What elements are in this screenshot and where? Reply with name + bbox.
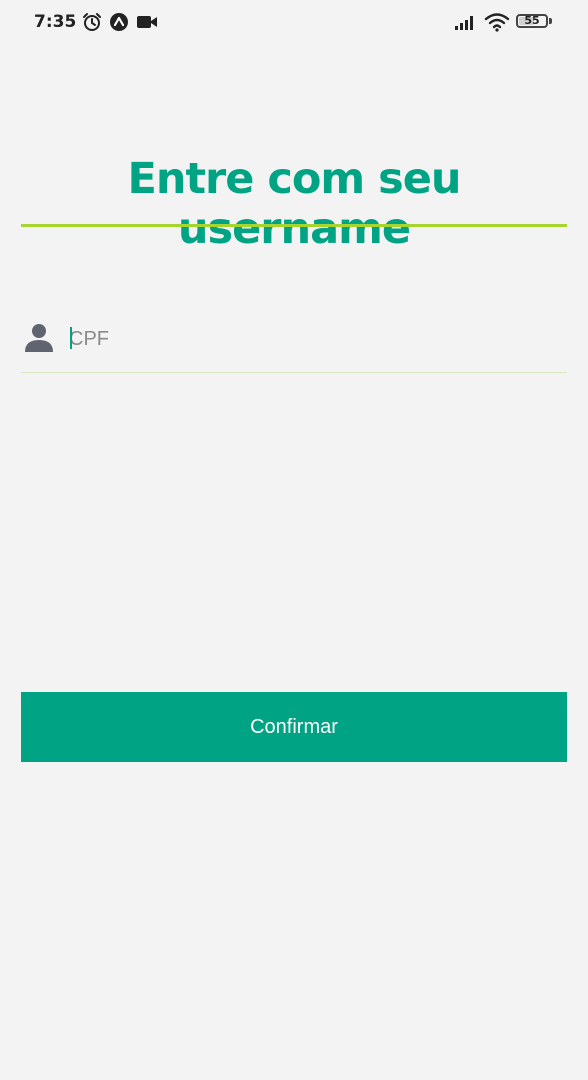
- battery-icon: 55: [516, 14, 548, 28]
- status-bar: 7:35 55: [0, 0, 588, 44]
- app-notification-icon: [110, 13, 128, 31]
- user-icon: [25, 324, 53, 352]
- page-title: Entre com seu username: [127, 154, 461, 254]
- text-cursor: [70, 327, 72, 349]
- cpf-input[interactable]: [69, 322, 549, 356]
- status-time: 7:35: [34, 12, 77, 32]
- battery-nub: [549, 18, 552, 24]
- signal-icon: [455, 16, 473, 30]
- wifi-icon: [484, 13, 510, 32]
- video-camera-icon: [137, 16, 157, 28]
- title-underline: [21, 224, 567, 227]
- cpf-field-row: [21, 310, 567, 373]
- confirm-button[interactable]: Confirmar: [21, 692, 567, 762]
- battery-level: 55: [524, 14, 540, 27]
- alarm-icon: [83, 13, 101, 31]
